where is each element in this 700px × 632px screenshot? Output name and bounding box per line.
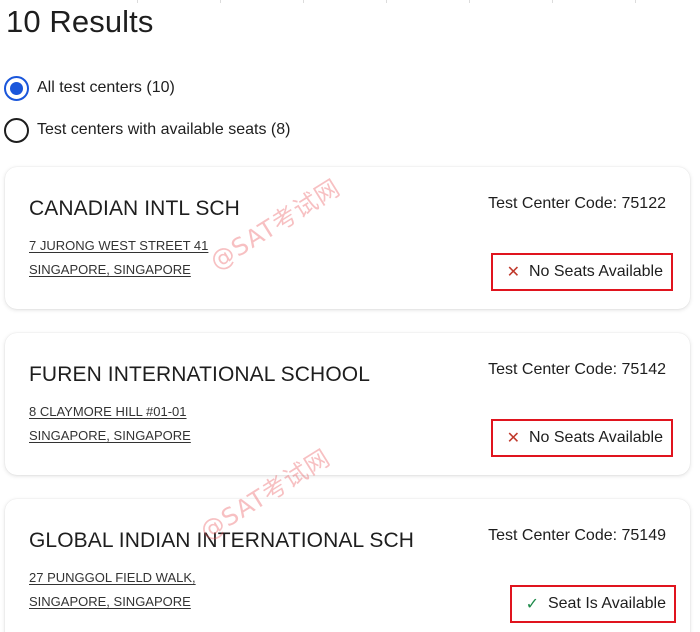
- seat-status-badge: ✓ Seat Is Available: [509, 585, 676, 623]
- x-icon: ✕: [506, 264, 520, 281]
- address-city-link[interactable]: SINGAPORE, SINGAPORE: [29, 428, 191, 443]
- test-center-card: FUREN INTERNATIONAL SCHOOL Test Center C…: [5, 333, 690, 475]
- seat-status-text: Seat Is Available: [547, 595, 666, 612]
- address-city-link[interactable]: SINGAPORE, SINGAPORE: [29, 594, 191, 609]
- seat-status-text: No Seats Available: [528, 429, 663, 446]
- radio-unselected-icon[interactable]: [4, 117, 29, 143]
- test-center-name: CANADIAN INTL SCH: [29, 197, 240, 220]
- test-center-code: Test Center Code: 75142: [488, 361, 666, 378]
- address-link[interactable]: 27 PUNGGOL FIELD WALK,: [29, 570, 196, 585]
- test-center-card: CANADIAN INTL SCH Test Center Code: 7512…: [5, 167, 690, 309]
- address-city-link[interactable]: SINGAPORE, SINGAPORE: [29, 262, 191, 277]
- seat-status-badge: ✕ No Seats Available: [490, 419, 673, 457]
- address-link[interactable]: 8 CLAYMORE HILL #01-01: [29, 404, 187, 419]
- results-count-title: 10 Results: [6, 4, 154, 39]
- seat-status-badge: ✕ No Seats Available: [490, 253, 673, 291]
- test-center-code: Test Center Code: 75149: [488, 527, 666, 544]
- test-center-code: Test Center Code: 75122: [488, 195, 666, 212]
- availability-filter: All test centers (10) Test centers with …: [4, 74, 290, 158]
- check-icon: ✓: [525, 596, 539, 613]
- test-center-card: GLOBAL INDIAN INTERNATIONAL SCH Test Cen…: [5, 499, 690, 632]
- results-page: 10 Results All test centers (10) Test ce…: [0, 0, 700, 632]
- seat-status-text: No Seats Available: [528, 263, 663, 280]
- test-center-name: GLOBAL INDIAN INTERNATIONAL SCH: [29, 529, 415, 552]
- filter-all-centers[interactable]: All test centers (10): [4, 74, 290, 102]
- filter-label: All test centers (10): [37, 79, 175, 96]
- address-link[interactable]: 7 JURONG WEST STREET 41: [29, 238, 208, 253]
- filter-label: Test centers with available seats (8): [37, 121, 291, 138]
- filter-available-seats[interactable]: Test centers with available seats (8): [4, 116, 290, 144]
- radio-selected-icon[interactable]: [4, 75, 29, 101]
- x-icon: ✕: [506, 430, 520, 447]
- test-center-name: FUREN INTERNATIONAL SCHOOL: [29, 363, 370, 386]
- top-divider: [0, 0, 700, 3]
